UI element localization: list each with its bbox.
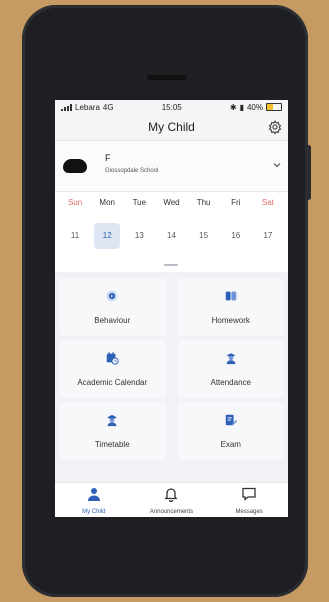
tab-my-child[interactable]: My Child <box>59 486 129 515</box>
battery-icon <box>266 103 282 111</box>
carrier-name: Lebara <box>75 102 100 112</box>
bottom-tab-bar: My Child Announcements Messages <box>55 482 288 517</box>
rotation-lock-icon: ▮ <box>239 102 244 112</box>
weekday-label: Tue <box>132 198 147 207</box>
tile-label: Attendance <box>210 378 251 387</box>
battery-fill <box>267 104 273 110</box>
homework-book-icon <box>224 289 238 308</box>
tile-timetable[interactable]: Timetable <box>59 402 166 460</box>
date-cell[interactable]: 16 <box>223 223 249 249</box>
app-screen: Lebara 4G 15:05 ✱ ▮ 40% My Child F Gloss… <box>55 100 288 517</box>
phone-speaker <box>147 75 187 80</box>
expand-handle[interactable] <box>164 264 178 266</box>
tab-label: Announcements <box>149 508 194 515</box>
tile-behaviour[interactable]: Behaviour <box>59 278 166 336</box>
status-bar: Lebara 4G 15:05 ✱ ▮ 40% <box>55 100 288 114</box>
chevron-down-icon[interactable] <box>272 160 282 170</box>
signal-icon <box>61 103 72 111</box>
tab-label: My Child <box>82 508 106 515</box>
battery-percent: 40% <box>246 102 263 112</box>
status-time: 15:05 <box>161 102 182 112</box>
tile-label: Academic Calendar <box>77 378 148 387</box>
tile-academic-calendar[interactable]: Academic Calendar <box>59 340 166 398</box>
bluetooth-icon: ✱ <box>229 102 237 112</box>
tile-label: Homework <box>211 316 250 325</box>
bell-icon <box>163 486 179 507</box>
exam-pencil-icon <box>224 413 238 432</box>
calendar-clock-icon <box>105 351 119 370</box>
tile-homework[interactable]: Homework <box>177 278 284 336</box>
network-type: 4G <box>102 102 114 112</box>
tile-exam[interactable]: Exam <box>177 402 284 460</box>
child-school: Glossopdale School <box>105 168 159 174</box>
attendance-person-icon <box>224 351 238 370</box>
timetable-graduate-icon <box>105 413 119 432</box>
tab-announcements[interactable]: Announcements <box>136 486 206 515</box>
date-row: 11 12 13 14 15 16 17 <box>55 223 288 249</box>
person-icon <box>86 486 102 507</box>
tab-label: Messages <box>235 508 263 515</box>
page-title: My Child <box>148 120 195 134</box>
app-header: My Child <box>55 114 288 140</box>
weekday-label: Fri <box>231 198 241 207</box>
tab-messages[interactable]: Messages <box>214 486 284 515</box>
feature-grid: Behaviour Homework Academic Calendar Attend… <box>55 272 288 483</box>
tile-attendance[interactable]: Attendance <box>177 340 284 398</box>
week-calendar: Sun Mon Tue Wed Thu Fri Sat 11 12 13 14 15 16 17 <box>55 192 288 274</box>
avatar <box>63 159 87 173</box>
date-cell[interactable]: 14 <box>158 223 184 249</box>
tile-label: Behaviour <box>94 316 131 325</box>
behaviour-icon <box>105 289 119 308</box>
weekday-row: Sun Mon Tue Wed Thu Fri Sat <box>55 192 288 207</box>
tile-label: Timetable <box>94 440 130 449</box>
gear-icon[interactable] <box>268 120 282 134</box>
weekday-label: Wed <box>163 198 180 207</box>
weekday-label: Thu <box>196 198 211 207</box>
date-cell[interactable]: 17 <box>255 223 281 249</box>
weekday-label: Sun <box>67 198 83 207</box>
weekday-label: Sat <box>261 198 274 207</box>
tile-label: Exam <box>220 440 241 449</box>
chat-bubble-icon <box>241 486 257 507</box>
weekday-label: Mon <box>99 198 115 207</box>
date-cell[interactable]: 11 <box>62 223 88 249</box>
child-selector[interactable]: F Glossopdale School <box>55 140 288 192</box>
date-cell[interactable]: 15 <box>191 223 217 249</box>
date-cell[interactable]: 13 <box>126 223 152 249</box>
child-name: F <box>105 153 111 163</box>
phone-side-button <box>306 145 311 200</box>
date-cell-selected[interactable]: 12 <box>94 223 121 249</box>
